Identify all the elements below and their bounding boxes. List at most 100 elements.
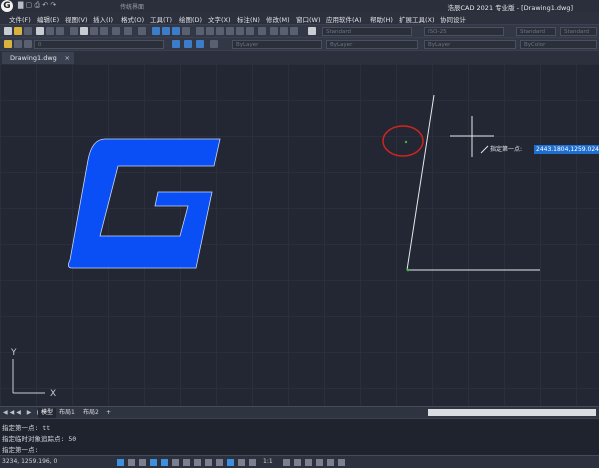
calculator-icon[interactable]: [258, 27, 266, 35]
menu-item-collab[interactable]: 协同设计: [440, 14, 466, 24]
copy-icon[interactable]: [80, 27, 88, 35]
line-endpoint-marker: [406, 268, 410, 272]
tab-drawing1[interactable]: Drawing1.dwg ×: [2, 52, 74, 64]
menu-item-insert[interactable]: 插入(I): [93, 14, 113, 24]
quick-access-toolbar[interactable]: ▇ ▢ ⎙ ↶ ↷: [18, 1, 56, 10]
app-logo-icon[interactable]: G: [1, 0, 13, 12]
ortho-mode-icon[interactable]: [139, 459, 146, 466]
preview-icon[interactable]: [46, 27, 54, 35]
lightbulb-icon[interactable]: [4, 40, 12, 48]
layer-dropdown[interactable]: 0: [34, 40, 164, 49]
horizontal-scrollbar[interactable]: [428, 409, 596, 416]
command-prompt[interactable]: 指定第一点:: [2, 444, 38, 454]
design-center-icon[interactable]: [206, 27, 214, 35]
object-snap-icon[interactable]: [161, 459, 168, 466]
workspace-selector[interactable]: 传统界面: [120, 2, 144, 11]
sheet-set-icon[interactable]: [226, 27, 234, 35]
menu-item-file[interactable]: 文件(F): [9, 14, 31, 24]
layer-previous-icon[interactable]: [196, 40, 204, 48]
menu-item-extend[interactable]: 扩展工具(X): [399, 14, 435, 24]
polar-tracking-icon[interactable]: [150, 459, 157, 466]
menu-item-modify[interactable]: 修改(M): [266, 14, 290, 24]
title-bar: G ▇ ▢ ⎙ ↶ ↷ 传统界面 浩辰CAD 2021 专业版 - [Drawi…: [0, 0, 599, 12]
hardware-acceleration-icon[interactable]: [316, 459, 323, 466]
linetype-dropdown[interactable]: ByLayer: [326, 40, 418, 49]
menu-item-window[interactable]: 窗口(W): [296, 14, 321, 24]
redo-icon[interactable]: [138, 27, 146, 35]
properties-icon[interactable]: [196, 27, 204, 35]
zoom-previous-icon[interactable]: [182, 27, 190, 35]
mleader-style-dropdown[interactable]: Standard: [560, 27, 597, 36]
text-style-dropdown[interactable]: Standard: [322, 27, 412, 36]
tool-palette-icon[interactable]: [216, 27, 224, 35]
table-style-dropdown[interactable]: Standard: [516, 27, 556, 36]
dim-style-dropdown[interactable]: ISO-25: [424, 27, 504, 36]
snap-mode-icon[interactable]: [117, 459, 124, 466]
menu-item-edit[interactable]: 编辑(E): [37, 14, 59, 24]
tab-layout2[interactable]: 布局2: [80, 408, 102, 418]
add-layout-button[interactable]: +: [103, 408, 114, 418]
auto-scale-icon[interactable]: [249, 459, 256, 466]
color-dropdown[interactable]: ByLayer: [232, 40, 322, 49]
grid-display-icon[interactable]: [128, 459, 135, 466]
drawing-canvas[interactable]: Y X 指定第一点: 2443.1804,1259.024: [0, 64, 599, 406]
pencil-icon: [480, 145, 489, 154]
publish-icon[interactable]: [56, 27, 64, 35]
menu-item-view[interactable]: 视图(V): [65, 14, 88, 24]
tab-model[interactable]: 模型: [38, 408, 57, 418]
annotation-monitor-icon[interactable]: [294, 459, 301, 466]
dynamic-input-icon[interactable]: [194, 459, 201, 466]
sun-icon[interactable]: [14, 40, 22, 48]
menu-item-format[interactable]: 格式(O): [121, 14, 144, 24]
cut-icon[interactable]: [70, 27, 78, 35]
markup-icon[interactable]: [236, 27, 244, 35]
menu-item-apps[interactable]: 应用软件(A): [326, 14, 362, 24]
command-history-line: 指定第一点: tt: [2, 424, 51, 432]
workspace-switch-icon[interactable]: [283, 459, 290, 466]
plotstyle-dropdown[interactable]: ByColor: [520, 40, 597, 49]
isolate-objects-icon[interactable]: [305, 459, 312, 466]
paste-icon[interactable]: [90, 27, 98, 35]
dynamic-ucs-icon[interactable]: [183, 459, 190, 466]
annotation-scale[interactable]: 1:1: [263, 458, 273, 465]
tab-label: Drawing1.dwg: [10, 54, 57, 62]
tab-layout1[interactable]: 布局1: [56, 408, 78, 418]
customization-icon[interactable]: [338, 459, 345, 466]
selection-cycling-icon[interactable]: [227, 459, 234, 466]
menu-item-help[interactable]: 帮助(H): [370, 14, 393, 24]
make-current-icon[interactable]: [210, 40, 218, 48]
undo-icon[interactable]: [124, 27, 132, 35]
quickcalc-icon[interactable]: [246, 27, 254, 35]
transparency-icon[interactable]: [216, 459, 223, 466]
clean-screen-icon[interactable]: [327, 459, 334, 466]
annotation-visibility-icon[interactable]: [238, 459, 245, 466]
block-editor-icon[interactable]: [112, 27, 120, 35]
tooltip-label: 指定第一点:: [490, 146, 523, 153]
snap-tracking-icon[interactable]: [172, 459, 179, 466]
coordinate-input[interactable]: 2443.1804,1259.024: [534, 145, 599, 154]
menu-item-draw[interactable]: 绘图(D): [179, 14, 202, 24]
help-icon[interactable]: [308, 27, 316, 35]
print-icon[interactable]: [36, 27, 44, 35]
lineweight-dropdown[interactable]: ByLayer: [424, 40, 516, 49]
open-file-icon[interactable]: [14, 27, 22, 35]
layout-icon[interactable]: [270, 27, 278, 35]
close-tab-icon[interactable]: ×: [65, 52, 70, 64]
menu-item-tools[interactable]: 工具(T): [150, 14, 172, 24]
command-line[interactable]: 指定第一点: tt 指定临时对象追踪点: 50 指定第一点:: [0, 418, 599, 455]
plot-icon[interactable]: [290, 27, 298, 35]
save-icon[interactable]: [24, 27, 32, 35]
pan-icon[interactable]: [152, 27, 160, 35]
new-file-icon[interactable]: [4, 27, 12, 35]
match-properties-icon[interactable]: [100, 27, 108, 35]
zoom-window-icon[interactable]: [172, 27, 180, 35]
lock-icon[interactable]: [24, 40, 32, 48]
layer-manager-icon[interactable]: [172, 40, 180, 48]
zoom-realtime-icon[interactable]: [162, 27, 170, 35]
layer-state-icon[interactable]: [184, 40, 192, 48]
menu-item-dimension[interactable]: 标注(N): [237, 14, 260, 24]
lineweight-icon[interactable]: [205, 459, 212, 466]
menu-item-text[interactable]: 文字(X): [208, 14, 231, 24]
window-title: 浩辰CAD 2021 专业版 - [Drawing1.dwg]: [447, 4, 573, 12]
grid-icon[interactable]: [280, 27, 288, 35]
